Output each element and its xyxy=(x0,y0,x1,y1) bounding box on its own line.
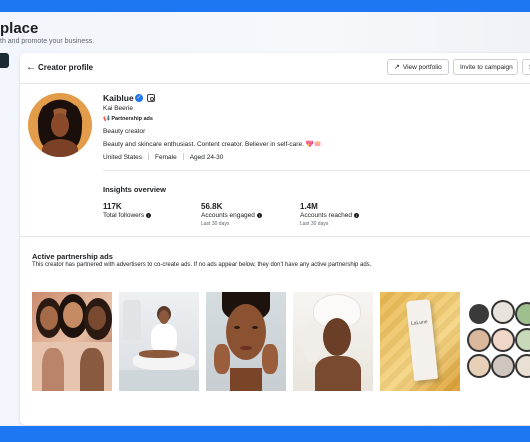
browser-top-bar xyxy=(0,0,530,12)
partnership-label: Partnership ads xyxy=(111,116,153,122)
view-portfolio-button[interactable]: ↗ View portfolio xyxy=(387,59,449,75)
creator-bio: Beauty and skincare enthusiast. Content … xyxy=(103,141,322,148)
metric-value: 117K xyxy=(103,202,122,211)
page-subtitle: th and promote your business. xyxy=(0,38,95,45)
age-range: Aged 24-30 xyxy=(189,154,224,161)
creator-full-name: Kai Beerie xyxy=(103,105,133,112)
profile-header: ← Creator profile ↗ View portfolio Invite… xyxy=(20,53,530,84)
ads-section-title: Active partnership ads xyxy=(32,252,113,261)
metric-label: Accounts engaged xyxy=(201,212,255,219)
metric-label: Total followers xyxy=(103,212,145,219)
divider xyxy=(20,236,530,237)
page-title: place xyxy=(0,20,39,37)
creator-profile-card: ← Creator profile ↗ View portfolio Invite… xyxy=(20,53,530,425)
header-title: Creator profile xyxy=(38,63,94,72)
ad-thumbnail-hair-towel[interactable] xyxy=(293,292,373,391)
creator-category: Beauty creator xyxy=(103,128,146,135)
ad-thumbnail-skincare-face[interactable] xyxy=(206,292,286,391)
country: United States xyxy=(103,154,143,161)
divider xyxy=(103,170,530,171)
insights-title: Insights overview xyxy=(103,185,166,194)
metric-accounts-engaged: 56.8K Accounts engaged i Last 30 days xyxy=(201,202,262,227)
ads-section-description: This creator has partnered with advertis… xyxy=(32,262,372,268)
info-icon[interactable]: i xyxy=(256,213,262,218)
metric-accounts-reached: 1.4M Accounts reached i Last 30 days xyxy=(300,202,360,227)
creator-demographics: United States Female Aged 24-30 xyxy=(103,153,223,161)
info-icon[interactable]: i xyxy=(354,213,360,218)
partnership-badge: 📢 Partnership ads xyxy=(103,116,153,122)
metric-total-followers: 117K Total followers i xyxy=(103,202,152,219)
avatar xyxy=(28,93,92,157)
metric-label: Accounts reached xyxy=(300,212,353,219)
view-portfolio-label: View portfolio xyxy=(402,64,442,71)
metric-value: 1.4M xyxy=(300,202,318,211)
browser-bottom-bar xyxy=(0,426,530,442)
metric-value: 56.8K xyxy=(201,202,223,211)
invite-to-campaign-button[interactable]: Invite to campaign xyxy=(453,59,518,75)
metric-period: Last 30 days xyxy=(300,221,329,227)
sidebar-edge[interactable] xyxy=(0,53,9,68)
instagram-icon[interactable] xyxy=(147,94,155,102)
ad-thumbnail-group-portrait[interactable] xyxy=(32,292,112,391)
ad-thumbnail-product-tube[interactable]: LaLune xyxy=(380,292,460,391)
external-link-icon: ↗ xyxy=(394,64,400,71)
verified-badge-icon: ✓ xyxy=(135,94,143,102)
gender: Female xyxy=(155,154,177,161)
ad-thumbnail-product-jars[interactable] xyxy=(467,292,530,391)
metric-period: Last 30 days xyxy=(201,221,230,227)
creator-username: Kaiblue xyxy=(103,93,134,103)
info-icon[interactable]: i xyxy=(146,213,152,218)
overflow-button[interactable]: S xyxy=(522,59,530,75)
ad-thumbnail-relaxing[interactable] xyxy=(119,292,199,391)
back-arrow-icon[interactable]: ← xyxy=(26,62,36,73)
